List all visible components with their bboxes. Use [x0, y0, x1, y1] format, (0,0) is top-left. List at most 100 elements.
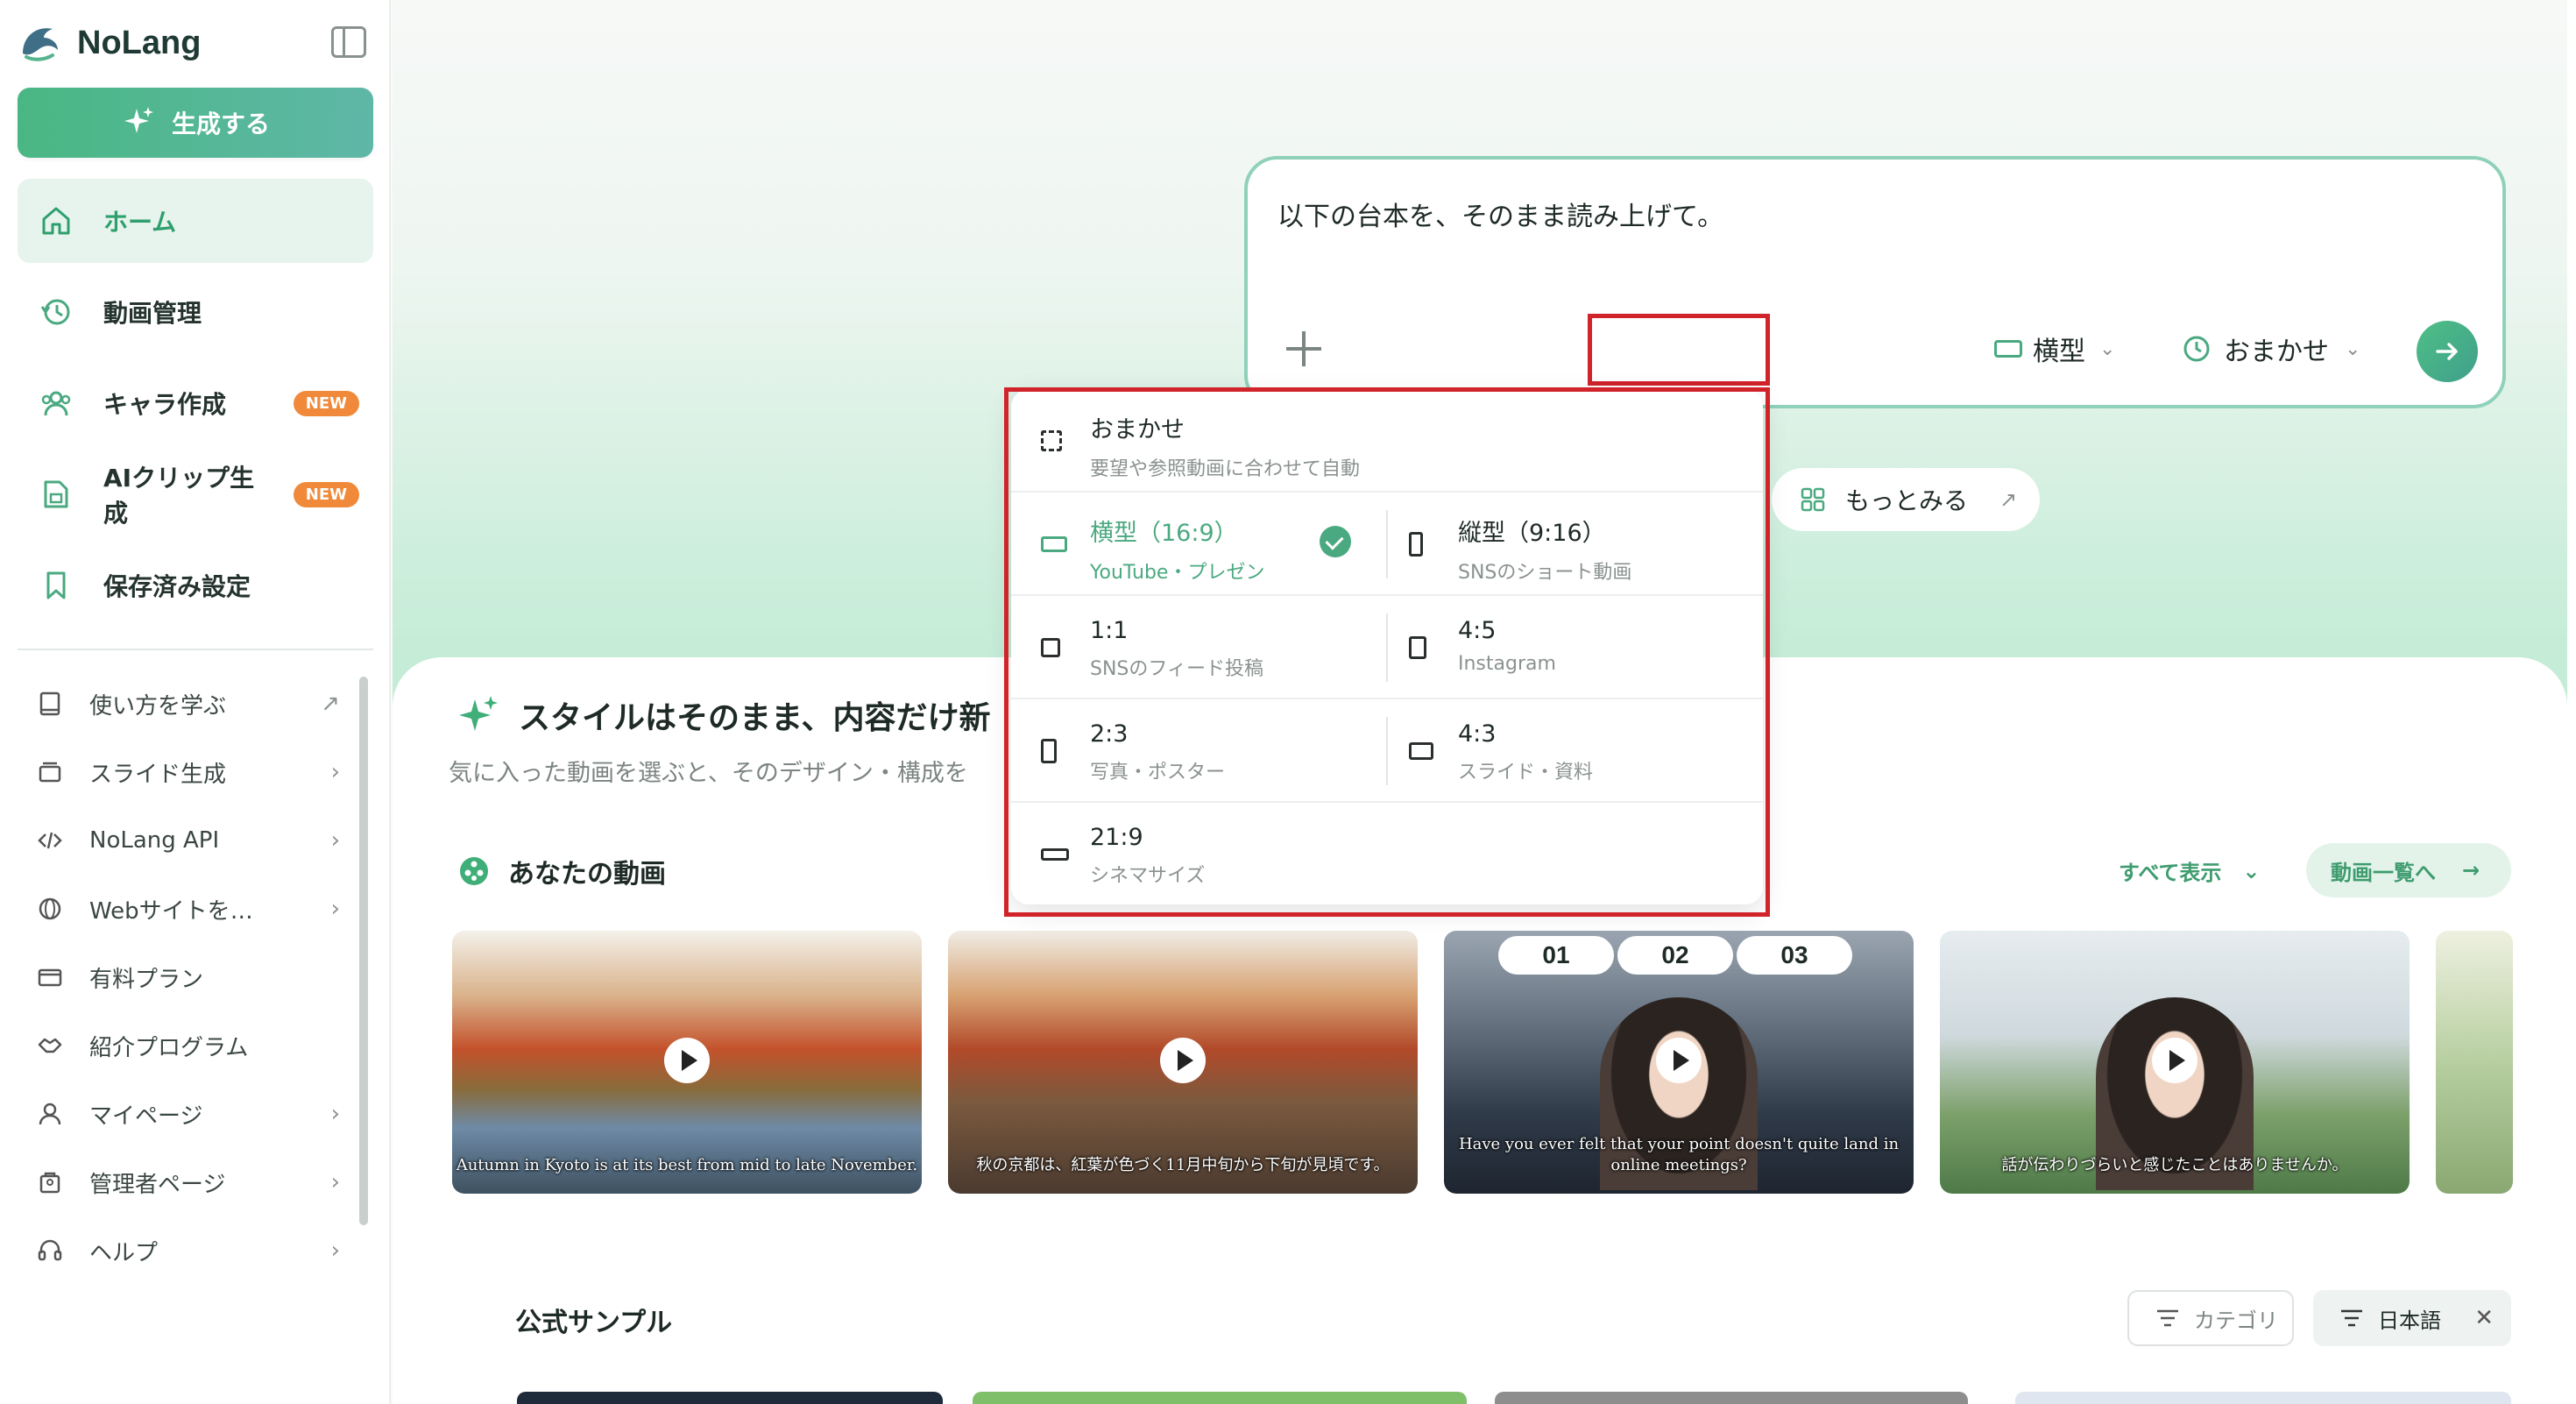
video-caption: Autumn in Kyoto is at its best from mid … — [456, 1156, 918, 1174]
admin-icon — [39, 1172, 60, 1194]
step-badges: 01 02 03 — [1498, 936, 1852, 975]
clock-icon — [2183, 336, 2210, 362]
sample-card[interactable] — [1495, 1392, 1968, 1404]
dolphin-logo-icon — [23, 28, 58, 61]
sample-card[interactable] — [2015, 1392, 2511, 1404]
sub-item-api[interactable]: NoLang API › — [18, 806, 359, 875]
aspect-ratio-button[interactable]: 横型 ⌄ — [1977, 316, 2157, 382]
code-icon — [38, 832, 62, 849]
sidebar-divider — [18, 649, 373, 650]
nav-item-home[interactable]: ホーム — [18, 179, 373, 263]
chevron-right-icon: › — [330, 1237, 340, 1264]
sub-label: 有料プラン — [89, 966, 204, 993]
sub-label: 管理者ページ — [89, 1171, 226, 1198]
filter-icon — [2341, 1309, 2362, 1327]
step-badge: 02 — [1617, 936, 1733, 975]
play-icon[interactable] — [1656, 1038, 1702, 1083]
sub-item-admin[interactable]: 管理者ページ › — [18, 1148, 359, 1216]
video-thumbnail[interactable]: 秋の京都は、紅葉が色づく11月中旬から下旬が見頃です。 — [948, 931, 1418, 1194]
nav-item-ai-clip[interactable]: AIクリップ生成 NEW — [18, 452, 373, 536]
chevron-right-icon: › — [330, 896, 340, 922]
app-logo[interactable]: NoLang — [18, 16, 201, 70]
users-icon — [41, 391, 71, 416]
sub-label: マイページ — [89, 1103, 203, 1130]
nav-label: ホーム — [103, 208, 177, 237]
style-title-text: スタイルはそのまま、内容だけ新 — [519, 700, 991, 736]
prompt-box[interactable]: 以下の台本を、そのまま読み上げて。 横型 ⌄ おまかせ ⌄ — [1244, 156, 2506, 408]
chevron-right-icon: › — [330, 1169, 340, 1195]
sub-label: Webサイトを動画にする — [89, 897, 273, 925]
send-button[interactable] — [2417, 321, 2478, 382]
category-filter-button[interactable]: カテゴリ — [2127, 1290, 2294, 1346]
sub-item-learn[interactable]: 使い方を学ぶ ↗ — [18, 670, 359, 738]
chevron-right-icon: › — [330, 827, 340, 854]
app-name: NoLang — [77, 24, 202, 61]
sidebar-scrollbar[interactable] — [359, 677, 368, 1225]
sub-label: NoLang API — [89, 827, 220, 854]
sub-item-my-page[interactable]: マイページ › — [18, 1080, 359, 1148]
video-caption: 話が伝わりづらいと感じたことはありませんか。 — [2001, 1156, 2348, 1174]
play-icon[interactable] — [664, 1038, 710, 1083]
generate-label: 生成する — [171, 110, 270, 138]
user-icon — [39, 1103, 61, 1125]
sidebar: NoLang 生成する ホーム 動画管理 キャラ作成 NEW AIクリップ生成 … — [0, 0, 391, 1404]
headset-icon — [38, 1239, 62, 1261]
sub-label: ヘルプ — [89, 1239, 159, 1266]
sub-label: スライド生成 — [89, 761, 227, 788]
chevron-right-icon: › — [330, 759, 340, 785]
step-badge: 01 — [1498, 936, 1614, 975]
video-list-button[interactable]: 動画一覧へ → — [2306, 843, 2511, 897]
play-icon[interactable] — [2152, 1038, 2197, 1083]
card-icon — [38, 968, 62, 987]
sub-item-slides[interactable]: スライド生成 › — [18, 738, 359, 806]
sparkle-icon — [124, 107, 153, 133]
web-icon — [39, 897, 61, 920]
generate-button[interactable]: 生成する — [18, 88, 373, 158]
video-thumbnail[interactable]: 話が伝わりづらいと感じたことはありませんか。 — [1940, 931, 2410, 1194]
arrow-right-icon: → — [2462, 858, 2480, 883]
show-all-button[interactable]: すべて表示 ⌄ — [2119, 855, 2260, 886]
new-badge: NEW — [293, 390, 359, 416]
video-thumbnail[interactable]: 01 02 03 Have you ever felt that your po… — [1444, 931, 1914, 1194]
more-button[interactable]: もっとみる ↗ — [1772, 468, 2040, 531]
nav-item-character[interactable]: キャラ作成 NEW — [18, 361, 373, 445]
plus-icon[interactable] — [1286, 331, 1321, 366]
video-thumbnail-partial[interactable] — [2436, 931, 2513, 1194]
language-filter-button[interactable]: 日本語 ✕ — [2313, 1290, 2511, 1346]
sub-item-referral[interactable]: 紹介プログラム — [18, 1011, 359, 1080]
nav-label: 動画管理 — [103, 299, 202, 328]
prompt-input[interactable]: 以下の台本を、そのまま読み上げて。 — [1277, 195, 1723, 233]
landscape-icon — [1994, 340, 2022, 358]
right-edge — [2567, 0, 2576, 1404]
official-samples-title: 公式サンプル — [515, 1308, 673, 1338]
chevron-down-icon: ⌄ — [2099, 337, 2116, 360]
video-thumbnail[interactable]: Autumn in Kyoto is at its best from mid … — [452, 931, 922, 1194]
play-icon[interactable] — [1160, 1038, 1206, 1083]
style-section-title: スタイルはそのまま、内容だけ新 — [457, 692, 991, 738]
close-icon[interactable]: ✕ — [2474, 1305, 2494, 1331]
dropdown-highlight — [1004, 387, 1770, 917]
sidebar-toggle-icon[interactable] — [331, 26, 366, 58]
book-icon — [39, 691, 60, 716]
film-reel-icon — [460, 857, 488, 885]
duration-button[interactable]: おまかせ ⌄ — [2182, 323, 2360, 375]
step-badge: 03 — [1737, 936, 1852, 975]
sample-card[interactable] — [517, 1392, 943, 1404]
sub-item-website-to-video[interactable]: Webサイトを動画にする › — [18, 875, 359, 943]
sparkle-icon — [459, 696, 498, 731]
aspect-ratio-label: 横型 — [2033, 337, 2085, 367]
show-all-label: すべて表示 — [2119, 861, 2222, 885]
sub-item-paid-plan[interactable]: 有料プラン — [18, 943, 359, 1011]
nav-item-video-management[interactable]: 動画管理 — [18, 270, 373, 354]
sub-item-help[interactable]: ヘルプ › — [18, 1216, 359, 1285]
more-label: もっとみる — [1845, 486, 1969, 515]
external-link-icon: ↗ — [321, 691, 340, 717]
nav-item-saved-settings[interactable]: 保存済み設定 — [18, 543, 373, 628]
history-icon — [40, 299, 70, 325]
bookmark-icon — [46, 571, 66, 599]
sample-card[interactable] — [973, 1392, 1467, 1404]
your-videos-text: あなたの動画 — [508, 859, 666, 890]
style-section-subtitle: 気に入った動画を選ぶと、そのデザイン・構成を — [449, 760, 968, 787]
video-list-label: 動画一覧へ — [2331, 860, 2436, 885]
grid-icon — [1801, 487, 1825, 512]
